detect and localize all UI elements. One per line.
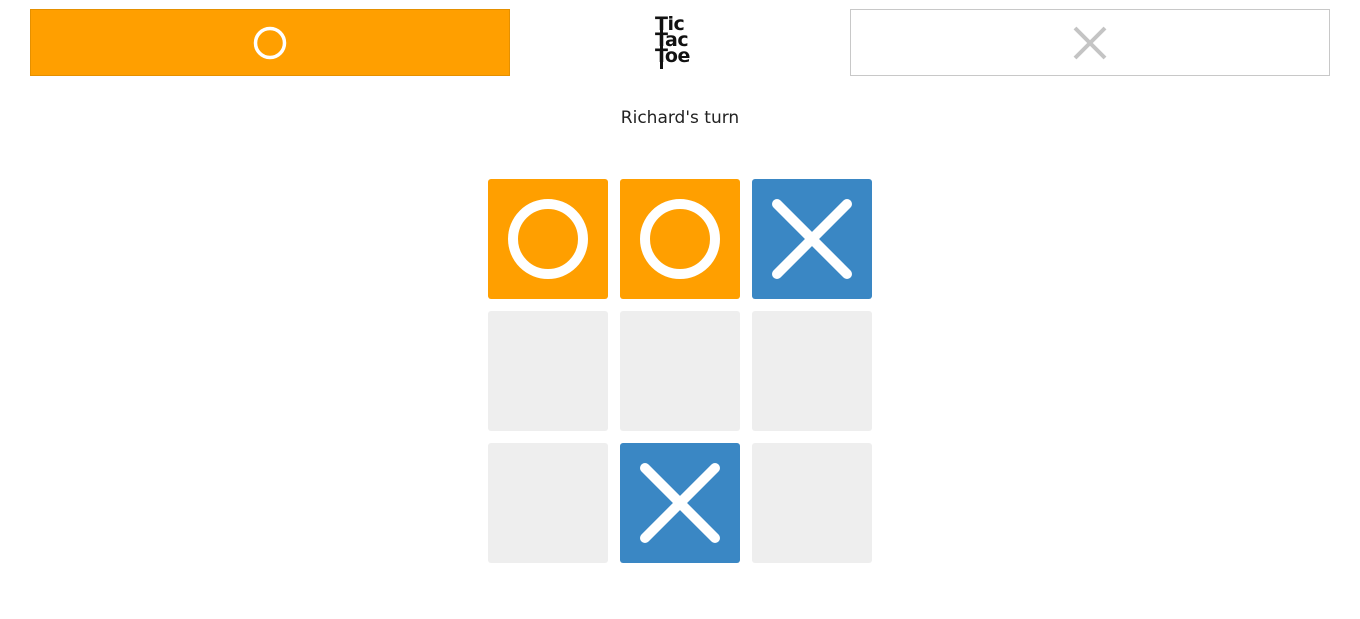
circle-mark-icon <box>508 199 588 279</box>
player-x-panel[interactable] <box>850 9 1330 76</box>
board-cell-6[interactable] <box>752 311 872 431</box>
game-header: Tic Tac Toe <box>30 9 1330 76</box>
game-board <box>488 179 872 563</box>
board-cell-1[interactable] <box>488 179 608 299</box>
board-cell-8[interactable] <box>620 443 740 563</box>
board-cell-4[interactable] <box>488 311 608 431</box>
board-cell-2[interactable] <box>620 179 740 299</box>
circle-mark-icon <box>640 199 720 279</box>
cross-mark-icon <box>640 463 720 543</box>
circle-icon <box>253 26 287 59</box>
board-cell-7[interactable] <box>488 443 608 563</box>
cross-mark-icon <box>772 199 852 279</box>
game-logo: Tic Tac Toe <box>655 15 705 71</box>
turn-status: Richard's turn <box>620 108 740 128</box>
player-o-panel[interactable] <box>30 9 510 76</box>
board-cell-5[interactable] <box>620 311 740 431</box>
board-cell-3[interactable] <box>752 179 872 299</box>
logo-line-3: Toe <box>655 45 690 67</box>
cross-icon <box>1073 26 1107 59</box>
board-cell-9[interactable] <box>752 443 872 563</box>
